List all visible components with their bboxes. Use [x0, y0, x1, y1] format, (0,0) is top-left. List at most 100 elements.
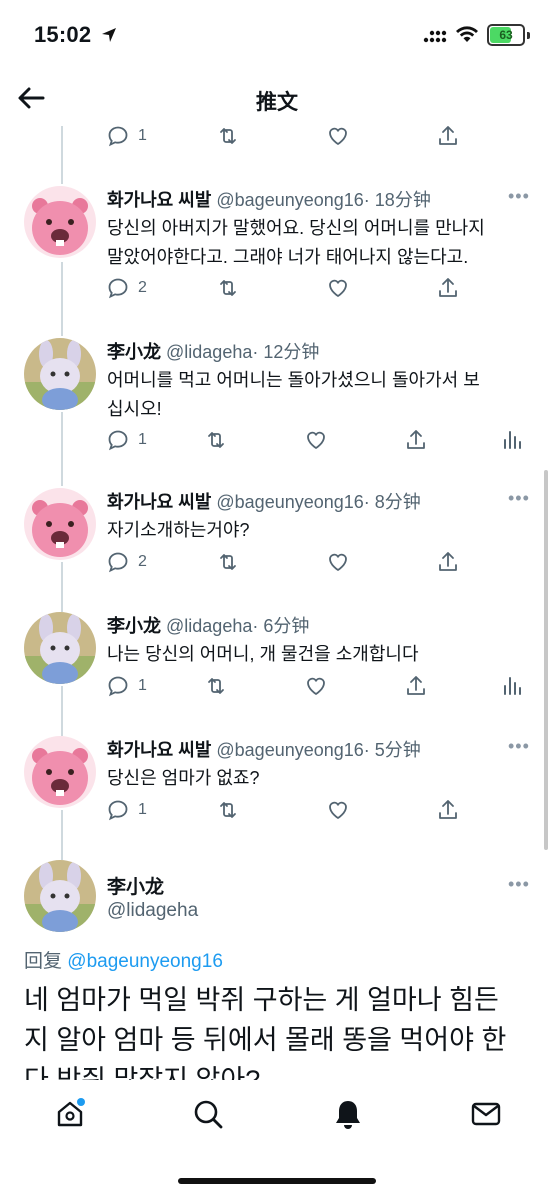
author-handle[interactable]: @lidageha	[166, 616, 252, 636]
heart-icon	[329, 279, 347, 297]
share-icon	[439, 126, 457, 145]
tweet-time: · 5分钟	[363, 740, 421, 760]
retweet-action[interactable]	[204, 428, 304, 452]
reply-icon	[108, 126, 128, 147]
author-name[interactable]: 李小龙	[107, 342, 161, 362]
author-handle[interactable]: @bageunyeong16	[216, 492, 363, 512]
avatar[interactable]	[24, 612, 96, 684]
author-name[interactable]: 李小龙	[107, 872, 164, 899]
search-icon[interactable]	[192, 1098, 224, 1130]
tweet[interactable]: 화가나요 씨발 @bageunyeong16· 8分钟 ••• 자기소개하는거야…	[0, 482, 554, 592]
heart-icon	[307, 677, 325, 695]
tweet-actions: 1	[106, 798, 486, 822]
avatar[interactable]	[24, 488, 96, 560]
reply-action[interactable]: 1	[106, 798, 216, 822]
scrollbar[interactable]	[544, 470, 548, 850]
retweet-action[interactable]	[216, 276, 326, 300]
cellular-signal-icon	[423, 30, 447, 43]
tweet-time: · 18分钟	[363, 190, 431, 210]
share-action[interactable]	[436, 798, 460, 822]
avatar[interactable]	[24, 338, 96, 410]
like-action[interactable]	[326, 798, 436, 822]
tweet-text: 자기소개하는거야?	[107, 520, 250, 540]
author-handle[interactable]: @bageunyeong16	[216, 740, 363, 760]
home-indicator	[178, 1178, 376, 1184]
reply-to-line: 回复 @bageunyeong16	[24, 951, 223, 972]
messages-icon[interactable]	[470, 1098, 502, 1130]
author-name[interactable]: 李小龙	[107, 616, 161, 636]
beaver-avatar-icon	[24, 736, 96, 808]
share-action[interactable]	[404, 674, 500, 698]
more-options-icon[interactable]: •••	[508, 186, 530, 207]
reply-action[interactable]: 2	[106, 276, 216, 300]
share-action[interactable]	[404, 428, 500, 452]
wifi-icon	[456, 26, 478, 42]
retweet-action[interactable]	[216, 126, 326, 148]
like-action[interactable]	[304, 428, 404, 452]
analytics-icon	[504, 431, 521, 449]
battery-icon: 63	[487, 24, 525, 46]
heart-icon	[329, 801, 347, 819]
tweet[interactable]: 화가나요 씨발 @bageunyeong16· 5分钟 ••• 당신은 엄마가 …	[0, 730, 554, 840]
analytics-action[interactable]	[500, 428, 524, 452]
tweet[interactable]: 李小龙 @lidageha· 12分钟 어머니를 먹고 어머니는 돌아가셨으니 …	[0, 332, 554, 462]
retweet-icon	[220, 128, 236, 144]
like-action[interactable]	[304, 674, 404, 698]
reply-icon	[108, 800, 128, 821]
tweet-text: 어머니를 먹고 어머니는 돌아가셨으니 돌아가서 보 십시오!	[107, 370, 480, 419]
rabbit-avatar-icon	[24, 860, 96, 932]
notifications-icon[interactable]	[332, 1098, 364, 1130]
author-handle[interactable]: @lidageha	[166, 342, 252, 362]
like-action[interactable]	[326, 126, 436, 148]
author-name[interactable]: 화가나요 씨발	[107, 492, 211, 512]
reply-action[interactable]: 1	[106, 126, 216, 148]
tweet-time: · 12分钟	[252, 342, 320, 362]
author-handle[interactable]: @lidageha	[107, 900, 198, 922]
tweet-time: · 8分钟	[363, 492, 421, 512]
share-action[interactable]	[436, 550, 460, 574]
retweet-action[interactable]	[216, 798, 326, 822]
rabbit-avatar-icon	[24, 612, 96, 684]
share-icon	[439, 278, 457, 297]
retweet-icon	[220, 554, 236, 570]
like-action[interactable]	[326, 550, 436, 574]
page-title: 推文	[256, 91, 298, 114]
more-options-icon[interactable]: •••	[508, 736, 530, 757]
thread-line	[61, 126, 63, 184]
avatar[interactable]	[24, 186, 96, 258]
tweet-actions: 1	[106, 674, 526, 698]
heart-icon	[329, 127, 347, 145]
tweet[interactable]: 李小龙 @lidageha· 6分钟 나는 당신의 어머니, 개 물건을 소개합…	[0, 606, 554, 716]
retweet-action[interactable]	[216, 550, 326, 574]
home-icon[interactable]	[54, 1098, 86, 1130]
retweet-icon	[220, 280, 236, 296]
reply-icon	[108, 676, 128, 697]
like-action[interactable]	[326, 276, 436, 300]
author-handle[interactable]: @bageunyeong16	[216, 190, 363, 210]
author-name[interactable]: 화가나요 씨발	[107, 740, 211, 760]
tweet-text: 나는 당신의 어머니, 개 물건을 소개합니다	[107, 644, 419, 664]
share-icon	[407, 676, 425, 695]
share-icon	[407, 430, 425, 449]
reply-action[interactable]: 1	[106, 428, 204, 452]
tweet-actions: 1	[106, 428, 526, 452]
share-action[interactable]	[436, 276, 460, 300]
share-action[interactable]	[436, 126, 460, 148]
reply-action[interactable]: 1	[106, 674, 204, 698]
avatar[interactable]	[24, 736, 96, 808]
more-options-icon[interactable]: •••	[508, 488, 530, 509]
tweet[interactable]: 화가나요 씨발 @bageunyeong16· 18分钟 ••• 당신의 아버지…	[0, 180, 554, 310]
reply-to-handle[interactable]: @bageunyeong16	[67, 951, 223, 972]
retweet-action[interactable]	[204, 674, 304, 698]
analytics-action[interactable]	[500, 674, 524, 698]
more-options-icon[interactable]: •••	[508, 874, 530, 895]
retweet-icon	[208, 432, 224, 448]
reply-action[interactable]: 2	[106, 550, 216, 574]
status-time: 15:02	[34, 22, 92, 47]
reply-icon	[108, 430, 128, 451]
heart-icon	[307, 431, 325, 449]
avatar[interactable]	[24, 860, 96, 932]
author-name[interactable]: 화가나요 씨발	[107, 190, 211, 210]
tweet-actions: 2	[106, 276, 486, 300]
heart-icon	[329, 553, 347, 571]
